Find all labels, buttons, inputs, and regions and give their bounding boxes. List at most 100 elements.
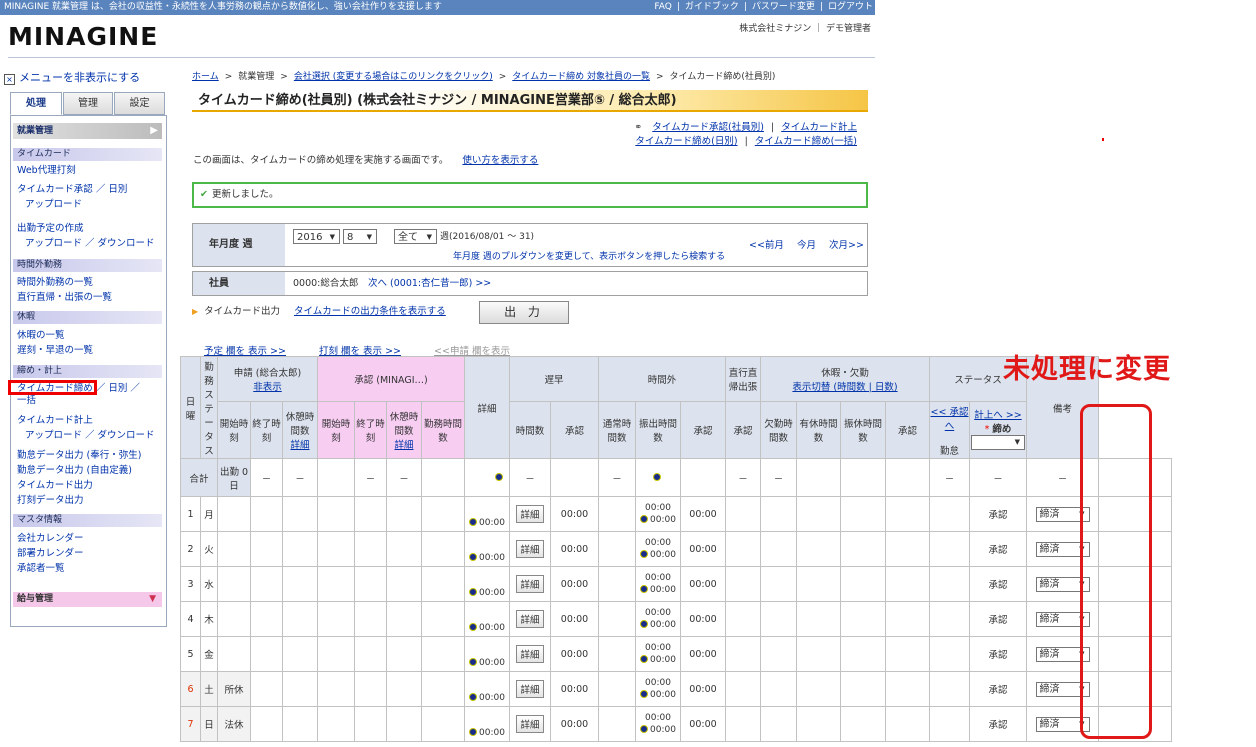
row-transfer-hours: 00:00 [680,706,726,742]
row-day: 6 [180,671,201,707]
row-work-hours: 00:00 [464,671,510,707]
menu-company-calendar[interactable]: 会社カレンダー [17,533,84,545]
tab-process[interactable]: 処理 [10,92,62,115]
menu-leave-list[interactable]: 休暇の一覧 [17,330,65,342]
menu-timecard-close-bulk[interactable]: 一括 [17,395,36,407]
menu-create-schedule[interactable]: 出勤予定の作成 [17,223,84,235]
next-employee-link[interactable]: 次へ (0001:杏仁昔一郎) >> [368,272,491,295]
row-normal-hours: 00:00 00:00 [635,636,681,672]
menu-overtime-list[interactable]: 時間外勤務の一覧 [17,277,93,289]
menu-timecard-output[interactable]: タイムカード出力 [17,480,93,492]
time-icon [640,690,649,698]
detail-button[interactable]: 詳細 [516,540,544,558]
header-leave-approve: 承認 [885,401,930,459]
detail-button[interactable]: 詳細 [516,715,544,733]
menu-timecard-approval-daily[interactable]: タイムカード承認 ／ 日別 [17,184,127,196]
detail-button[interactable]: 詳細 [516,680,544,698]
menu-post-updown[interactable]: アップロード ／ ダウンロード [25,430,155,442]
logout-link[interactable]: ログアウト [828,2,873,12]
row-approval-status: 承認 [969,566,1027,602]
chevron-down-icon: ▼ [149,594,156,604]
tab-settings[interactable]: 設定 [114,92,165,115]
menu-web-proxy-punch[interactable]: Web代理打刻 [17,165,76,177]
howto-link[interactable]: 使い方を表示する [462,155,538,166]
link-approval-by-employee[interactable]: タイムカード承認(社員別) [652,122,764,133]
hide-menu-link[interactable]: × メニューを非表示にする [4,69,140,85]
employee-form: 社員 0000:総合太郎 次へ (0001:杏仁昔一郎) >> [192,271,868,296]
detail-button[interactable]: 詳細 [516,645,544,663]
section-payroll[interactable]: 給与管理 ▼ [13,592,162,607]
chevron-down-icon: ▼ [1014,438,1020,446]
row-weekday: 木 [200,601,218,637]
table-row: 2 火 00:00 詳細 00:00 00:00 00:00 00:00 承認 締済 ▼ [180,531,1172,567]
menu-punch-data-output[interactable]: 打刻データ出力 [17,495,84,507]
password-change-link[interactable]: パスワード変更 [752,2,815,12]
this-month-link[interactable]: 今月 [797,240,816,251]
request-break-detail-link[interactable]: 詳細 [290,440,309,451]
time-icon [469,588,478,596]
header-overtime-approve: 承認 [680,401,726,459]
menu-department-calendar[interactable]: 部署カレンダー [17,548,84,560]
section-timecard: タイムカード [13,148,162,161]
month-select[interactable]: 8 ▼ [343,229,377,244]
year-select[interactable]: 2016 ▼ [293,229,340,244]
chevron-down-icon: ▼ [426,233,432,241]
week-select[interactable]: 全て ▼ [394,229,437,244]
menu-timecard-upload[interactable]: アップロード [25,199,82,211]
menu-direct-trip-list[interactable]: 直行直帰・出張の一覧 [17,292,112,304]
row-normal-hours: 00:00 00:00 [635,706,681,742]
row-day: 5 [180,636,201,672]
row-status: 所休 [217,671,251,707]
row-detail: 詳細 [509,636,551,672]
tab-manage[interactable]: 管理 [63,92,113,115]
breadcrumb-target-employees[interactable]: タイムカード締め 対象社員の一覧 [512,72,650,82]
row-work-hours: 00:00 [464,496,510,532]
employee-label: 社員 [193,272,285,295]
row-weekday: 日 [200,706,218,742]
header-work-status: 勤務ステータス [200,356,218,459]
header-paid-hours: 有休時間数 [796,401,841,459]
to-approval-link[interactable]: << 承認へ [931,407,969,432]
request-hide-link[interactable]: 非表示 [253,382,282,393]
hide-menu-text[interactable]: メニューを非表示にする [19,71,140,84]
menu-late-early-list[interactable]: 遅刻・早退の一覧 [17,345,93,357]
approval-break-detail-link[interactable]: 詳細 [394,440,413,451]
breadcrumb-home[interactable]: ホーム [192,72,219,82]
link-close-daily[interactable]: タイムカード締め(日別) [635,136,737,147]
detail-button[interactable]: 詳細 [516,610,544,628]
menu-timecard-post[interactable]: タイムカード計上 [17,415,93,427]
prev-month-link[interactable]: <<前月 [749,240,784,251]
detail-button[interactable]: 詳細 [516,505,544,523]
row-late-hours: 00:00 [550,706,599,742]
guidebook-link[interactable]: ガイドブック [685,2,739,12]
faq-link[interactable]: FAQ [654,2,671,12]
table-row: 6 土所休 00:00 詳細 00:00 00:00 00:00 00:00 承認 締済 ▼ [180,671,1172,707]
row-normal-hours: 00:00 00:00 [635,496,681,532]
breadcrumb-company-select[interactable]: 会社選択 (変更する場合はこのリンクをクリック) [294,72,493,82]
next-month-link[interactable]: 次月>> [829,240,864,251]
menu-approver-list[interactable]: 承認者一覧 [17,563,65,575]
row-late-hours: 00:00 [550,496,599,532]
row-normal-hours: 00:00 00:00 [635,566,681,602]
output-button[interactable]: 出 力 [479,301,569,324]
output-conditions-link[interactable]: タイムカードの出力条件を表示する [294,306,446,317]
row-transfer-hours: 00:00 [680,531,726,567]
row-day: 1 [180,496,201,532]
breadcrumb: ホーム > 就業管理 > 会社選択 (変更する場合はこのリンクをクリック) > タイムカード… [192,72,776,82]
menu-export-custom[interactable]: 勤怠データ出力 (自由定義) [17,465,132,477]
leave-toggle-link[interactable]: 表示切替 (時間数 | 日数) [792,382,897,393]
menu-schedule-updown[interactable]: アップロード ／ ダウンロード [25,238,155,250]
detail-button[interactable]: 詳細 [516,575,544,593]
to-post-link[interactable]: 計上へ >> [974,410,1021,421]
row-late-hours: 00:00 [550,636,599,672]
bulk-close-select[interactable]: ▼ [971,435,1025,450]
row-weekday: 土 [200,671,218,707]
menu-export-bugyo-yayoi[interactable]: 勤怠データ出力 (奉行・弥生) [17,450,141,462]
related-links: ⚭ タイムカード承認(社員別) | タイムカード計上 タイムカード締め(日別) | タイム… [634,122,857,147]
link-timecard-post[interactable]: タイムカード計上 [781,122,857,133]
row-weekday: 火 [200,531,218,567]
header-approval-break: 休憩時間数 詳細 [386,401,422,459]
row-transfer-hours: 00:00 [680,566,726,602]
section-attendance-management[interactable]: 就業管理 ▶ [13,123,162,139]
link-close-bulk[interactable]: タイムカード締め(一括) [755,136,857,147]
